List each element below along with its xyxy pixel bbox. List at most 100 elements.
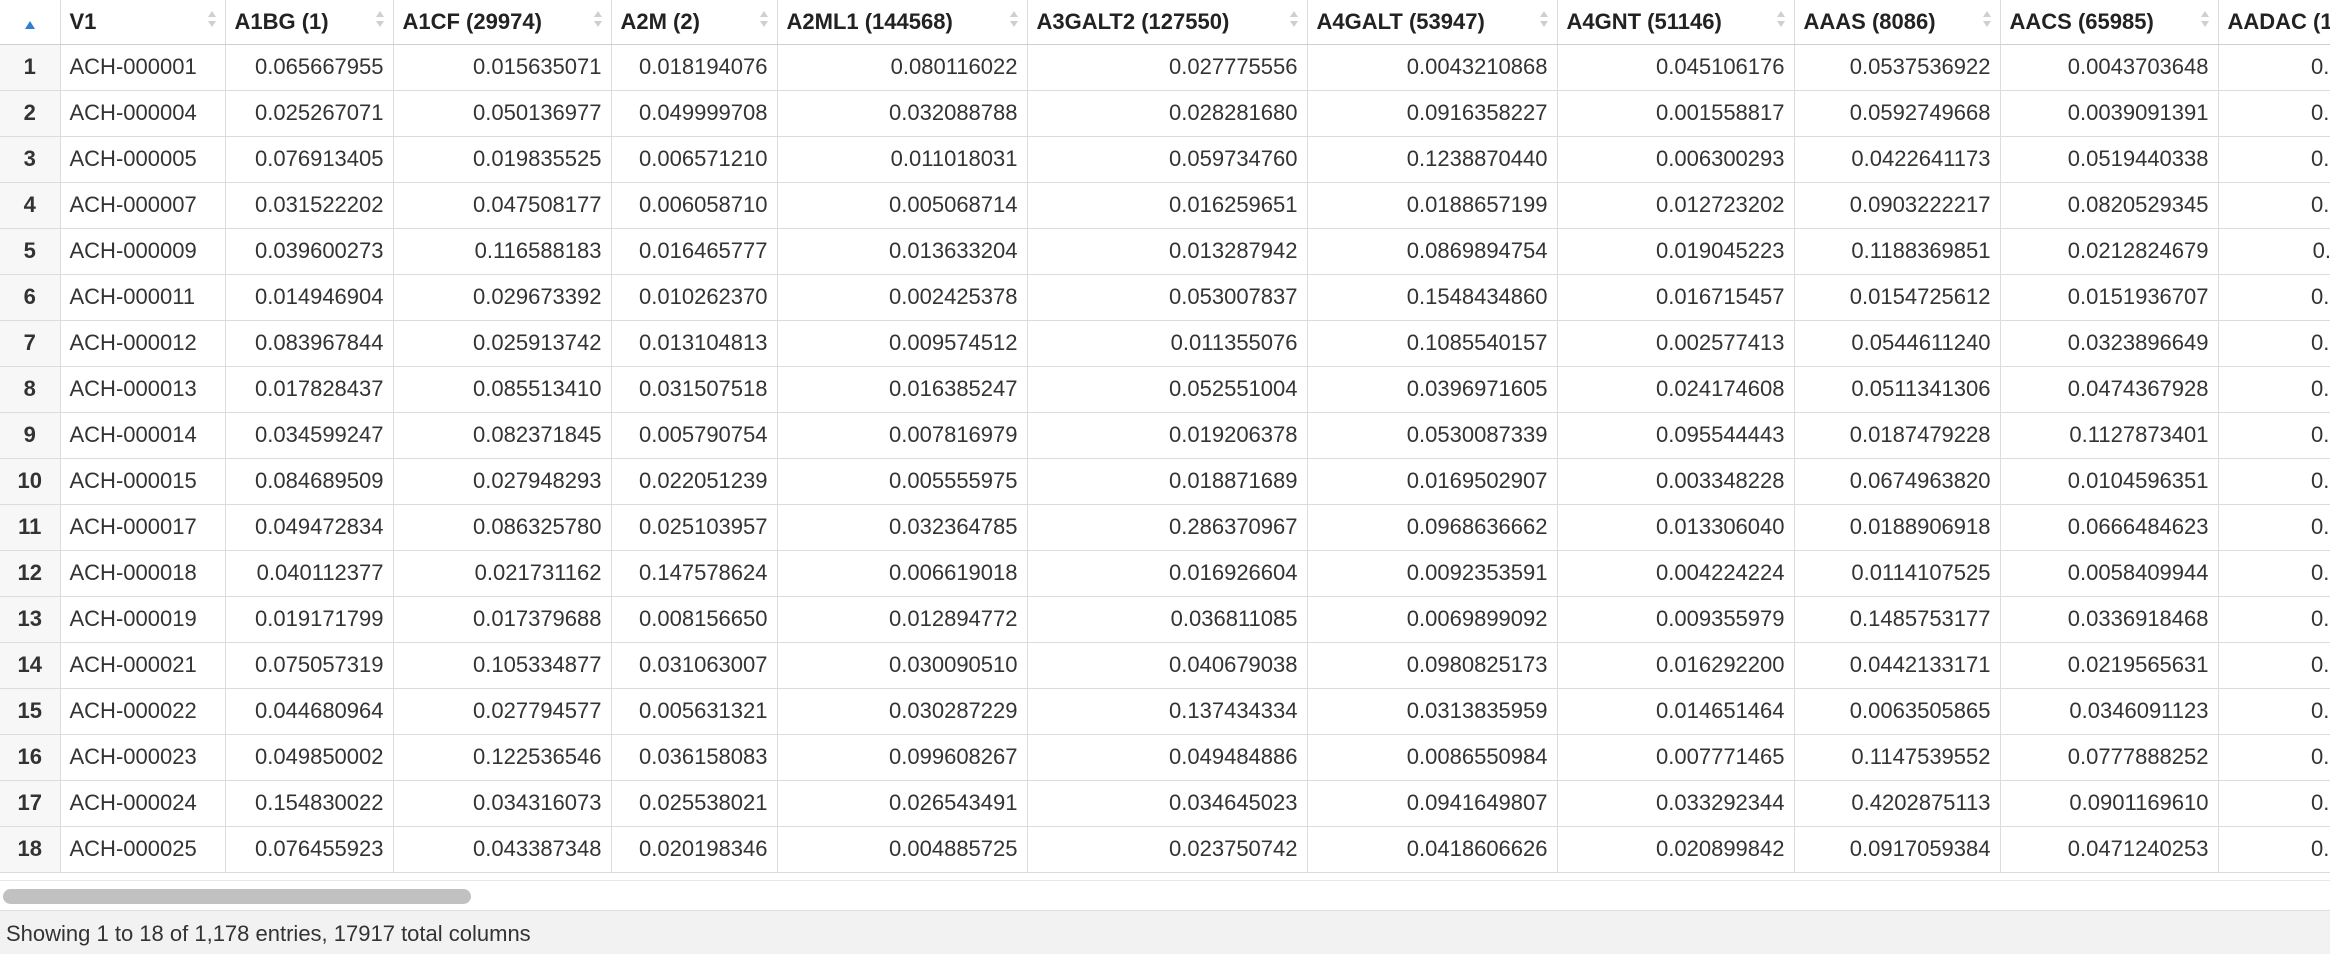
table-row[interactable]: 7 ACH‑000012 0.083967844 0.025913742 0.01310… xyxy=(0,320,2330,367)
table-row[interactable]: 9 ACH‑000014 0.034599247 0.082371845 0.00579… xyxy=(0,412,2330,459)
table-cell: 0.0039091391 xyxy=(2000,90,2219,137)
row-number: 8 xyxy=(0,366,61,413)
column-header-7[interactable]: A4GNT (51146) xyxy=(1557,0,1795,45)
column-header-5[interactable]: A3GALT2 (127550) xyxy=(1027,0,1308,45)
table-row[interactable]: 2 ACH‑000004 0.025267071 0.050136977 0.04999… xyxy=(0,90,2330,137)
table-cell: 0.003348228 xyxy=(1557,458,1795,505)
row-id-cell: ACH‑000012 xyxy=(60,320,226,367)
sort-both-icon xyxy=(1009,9,1019,29)
table-row[interactable]: 13 ACH‑000019 0.019171799 0.017379688 0.0081… xyxy=(0,596,2330,643)
table-cell: 0.009355979 xyxy=(1557,596,1795,643)
sort-both-icon xyxy=(2200,9,2210,29)
table-row[interactable]: 14 ACH‑000021 0.075057319 0.105334877 0.0310… xyxy=(0,642,2330,689)
row-id-cell: ACH‑000019 xyxy=(60,596,226,643)
column-header-label: V1 xyxy=(69,8,97,34)
table-row[interactable]: 5 ACH‑000009 0.039600273 0.116588183 0.01646… xyxy=(0,228,2330,275)
table-row[interactable]: 18 ACH‑000025 0.076455923 0.043387348 0.0201… xyxy=(0,826,2330,873)
sort-both-icon xyxy=(375,9,385,29)
table-row[interactable]: 10 ACH‑000015 0.084689509 0.027948293 0.0220… xyxy=(0,458,2330,505)
column-header-label: A3GALT2 (127550) xyxy=(1036,8,1230,34)
table-cell: 0.0151936707 xyxy=(2000,274,2219,321)
sort-both-icon xyxy=(1982,9,1992,29)
table-cell: 0.0418606626 xyxy=(1307,826,1558,873)
table-cell: 0.1548434860 xyxy=(1307,274,1558,321)
table-row[interactable]: 8 ACH‑000013 0.017828437 0.085513410 0.03150… xyxy=(0,366,2330,413)
table-cell: 0.009574512 xyxy=(777,320,1028,367)
column-header-index[interactable] xyxy=(0,0,61,45)
table-cell: 0.013287942 xyxy=(1027,228,1308,275)
column-header-0[interactable]: V1 xyxy=(60,0,226,45)
table-row[interactable]: 1 ACH‑000001 0.065667955 0.015635071 0.01819… xyxy=(0,44,2330,91)
table-cell: 0.002577413 xyxy=(1557,320,1795,367)
column-header-8[interactable]: AAAS (8086) xyxy=(1794,0,2001,45)
table-row[interactable]: 4 ACH‑000007 0.031522202 0.047508177 0.00605… xyxy=(0,182,2330,229)
row-id-cell: ACH‑000001 xyxy=(60,44,226,91)
table-cell: 0.0043703648 xyxy=(2000,44,2219,91)
table-cell: 0.049472834 xyxy=(225,504,394,551)
column-header-label: A1BG (1) xyxy=(234,8,329,34)
table-cell: 0.017828437 xyxy=(225,366,394,413)
table-row[interactable]: 17 ACH‑000024 0.154830022 0.034316073 0.0255… xyxy=(0,780,2330,827)
row-number: 11 xyxy=(0,504,61,551)
table-row[interactable]: 11 ACH‑000017 0.049472834 0.086325780 0.0251… xyxy=(0,504,2330,551)
column-header-label: A1CF (29974) xyxy=(402,8,542,34)
table-cell: 0.030287229 xyxy=(777,688,1028,735)
column-header-4[interactable]: A2ML1 (144568) xyxy=(777,0,1028,45)
table-cell: 0.0323896649 xyxy=(2000,320,2219,367)
row-id-cell: ACH‑000009 xyxy=(60,228,226,275)
row-number: 13 xyxy=(0,596,61,643)
table-cell: 0.031507518 xyxy=(611,366,778,413)
table-cell: 0.0396971605 xyxy=(1307,366,1558,413)
table-cell: 0.1147539552 xyxy=(1794,734,2001,781)
sort-both-icon xyxy=(1539,9,1549,29)
column-header-label: AADAC (1 xyxy=(2227,8,2330,34)
row-number: 4 xyxy=(0,182,61,229)
table-cell: 0.006300293 xyxy=(1557,136,1795,183)
horizontal-scrollbar-thumb[interactable] xyxy=(3,889,471,904)
table-cell: 0.004885725 xyxy=(777,826,1028,873)
table-row[interactable]: 3 ACH‑000005 0.076913405 0.019835525 0.00657… xyxy=(0,136,2330,183)
table-row[interactable]: 12 ACH‑000018 0.040112377 0.021731162 0.1475… xyxy=(0,550,2330,597)
column-header-6[interactable]: A4GALT (53947) xyxy=(1307,0,1558,45)
table-cell: 0.025103957 xyxy=(611,504,778,551)
entries-info: Showing 1 to 18 of 1,178 entries, 17917 … xyxy=(6,921,531,946)
row-number: 12 xyxy=(0,550,61,597)
horizontal-scrollbar[interactable] xyxy=(0,880,2330,911)
table-cell: 0.012723202 xyxy=(1557,182,1795,229)
table-cell: 0.00629 xyxy=(2218,504,2330,551)
column-header-10[interactable]: AADAC (1 xyxy=(2218,0,2330,45)
table-cell: 0.0104596351 xyxy=(2000,458,2219,505)
sort-both-icon xyxy=(1776,9,1786,29)
table-row[interactable]: 6 ACH‑000011 0.014946904 0.029673392 0.01026… xyxy=(0,274,2330,321)
table-cell: 0.031063007 xyxy=(611,642,778,689)
column-header-label: A2ML1 (144568) xyxy=(786,8,953,34)
table-cell: 0.0968636662 xyxy=(1307,504,1558,551)
table-cell: 0.0188657199 xyxy=(1307,182,1558,229)
table-cell: 0.02471 xyxy=(2218,596,2330,643)
row-number: 2 xyxy=(0,90,61,137)
column-header-3[interactable]: A2M (2) xyxy=(611,0,778,45)
sort-both-icon xyxy=(593,9,603,29)
column-header-2[interactable]: A1CF (29974) xyxy=(393,0,612,45)
column-header-9[interactable]: AACS (65985) xyxy=(2000,0,2219,45)
table-scroll-area[interactable]: V1 A1BG (1) A1CF (29974) A2M (2) A2ML1 (1445… xyxy=(0,0,2330,880)
row-number: 18 xyxy=(0,826,61,873)
table-cell: 0.021731162 xyxy=(393,550,612,597)
row-id-cell: ACH‑000005 xyxy=(60,136,226,183)
table-cell: 0.076913405 xyxy=(225,136,394,183)
table-cell: 0.0336918468 xyxy=(2000,596,2219,643)
table-cell: 0.034316073 xyxy=(393,780,612,827)
row-id-cell: ACH‑000013 xyxy=(60,366,226,413)
table-cell: 0.0442133171 xyxy=(1794,642,2001,689)
row-id-cell: ACH‑000021 xyxy=(60,642,226,689)
table-cell: 0.027794577 xyxy=(393,688,612,735)
table-cell: 0.014651464 xyxy=(1557,688,1795,735)
column-header-1[interactable]: A1BG (1) xyxy=(225,0,394,45)
table-row[interactable]: 16 ACH‑000023 0.049850002 0.122536546 0.0361… xyxy=(0,734,2330,781)
table-row[interactable]: 15 ACH‑000022 0.044680964 0.027794577 0.0056… xyxy=(0,688,2330,735)
table-cell: 0.00506 xyxy=(2218,90,2330,137)
table-cell: 0.0869894754 xyxy=(1307,228,1558,275)
table-cell: 0.00186 xyxy=(2218,182,2330,229)
table-cell: 0.053007837 xyxy=(1027,274,1308,321)
table-cell: 0.005790754 xyxy=(611,412,778,459)
